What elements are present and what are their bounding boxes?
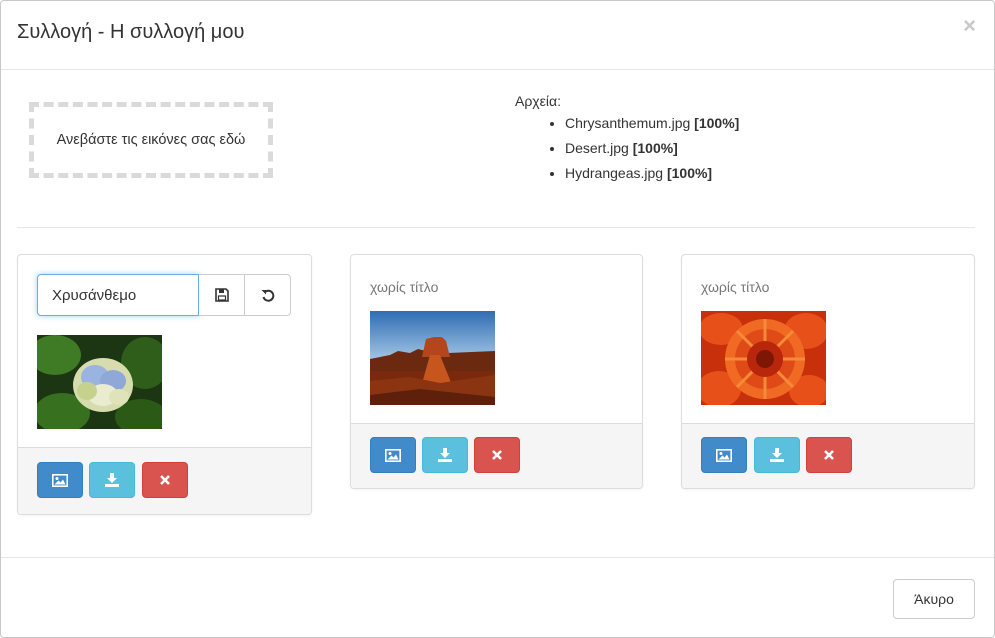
gallery-modal: Συλλογή - Η συλλογή μου × Ανεβάστε τις ε…	[0, 0, 995, 638]
card-actions	[18, 447, 311, 514]
card-actions	[682, 423, 974, 488]
file-item: Chrysanthemum.jpg [100%]	[565, 113, 739, 133]
delete-image-button[interactable]	[142, 462, 188, 498]
undo-title-button[interactable]	[245, 274, 291, 316]
download-icon	[105, 473, 119, 487]
file-item: Desert.jpg [100%]	[565, 138, 739, 158]
delete-image-button[interactable]	[474, 437, 520, 473]
gallery-card: χωρίς τίτλο	[350, 254, 643, 489]
hydrangea-thumbnail	[37, 335, 162, 429]
save-icon	[214, 288, 229, 302]
view-image-button[interactable]	[37, 462, 83, 498]
files-label: Αρχεία:	[515, 93, 561, 109]
download-image-button[interactable]	[754, 437, 800, 473]
file-progress: [100%]	[666, 165, 713, 181]
file-item: Hydrangeas.jpg [100%]	[565, 163, 739, 183]
remove-icon	[492, 450, 502, 460]
gallery-card	[17, 254, 312, 515]
file-progress: [100%]	[694, 115, 740, 131]
card-actions	[351, 423, 642, 488]
delete-image-button[interactable]	[806, 437, 852, 473]
desert-thumbnail	[370, 311, 495, 405]
card-title: χωρίς τίτλο	[701, 279, 770, 295]
remove-icon	[160, 475, 170, 485]
file-progress: [100%]	[632, 140, 678, 156]
modal-header: Συλλογή - Η συλλογή μου ×	[1, 1, 994, 70]
image-title-input[interactable]	[37, 274, 199, 316]
close-icon[interactable]: ×	[963, 15, 976, 37]
image-icon	[385, 448, 401, 462]
cancel-button[interactable]: Άκυρο	[893, 579, 975, 619]
uploaded-files-list: Αρχεία: Chrysanthemum.jpg [100%] Desert.…	[515, 93, 739, 188]
download-icon	[770, 448, 784, 462]
modal-title: Συλλογή - Η συλλογή μου	[17, 21, 245, 43]
card-title: χωρίς τίτλο	[370, 279, 439, 295]
modal-footer-divider	[1, 557, 994, 558]
view-image-button[interactable]	[701, 437, 747, 473]
image-icon	[52, 473, 68, 487]
save-title-button[interactable]	[199, 274, 245, 316]
upload-dropzone[interactable]: Ανεβάστε τις εικόνες σας εδώ	[29, 102, 273, 178]
download-icon	[438, 448, 452, 462]
undo-icon	[261, 289, 274, 302]
image-icon	[716, 448, 732, 462]
dropzone-label: Ανεβάστε τις εικόνες σας εδώ	[56, 132, 246, 148]
gallery-card: χωρίς τίτλο	[681, 254, 975, 489]
section-divider	[17, 227, 975, 228]
download-image-button[interactable]	[89, 462, 135, 498]
chrysanthemum-thumbnail	[701, 311, 826, 405]
view-image-button[interactable]	[370, 437, 416, 473]
download-image-button[interactable]	[422, 437, 468, 473]
title-edit-group	[37, 274, 292, 316]
remove-icon	[824, 450, 834, 460]
